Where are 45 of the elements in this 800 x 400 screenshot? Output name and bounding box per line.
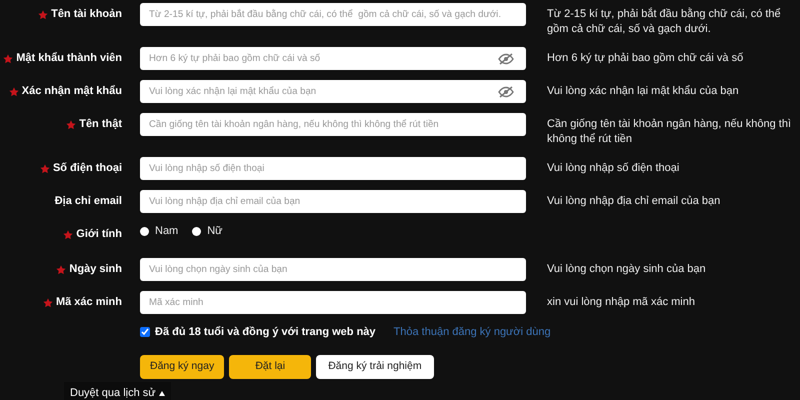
action-button[interactable]: Đăng ký ngay [140, 354, 224, 378]
input-field[interactable]: Vui lòng nhập số điện thoại [140, 157, 526, 180]
eye-slash-icon[interactable] [498, 86, 514, 98]
star-icon [63, 230, 74, 240]
caret-up-icon [158, 390, 165, 396]
input-field[interactable]: Mã xác minh [140, 291, 526, 314]
hint-text: Vui lòng xác nhận lại mật khẩu của bạn [547, 84, 740, 99]
gender-radio[interactable]: Nữ [192, 223, 223, 240]
field-label: Mã xác minh [56, 295, 122, 310]
star-icon [42, 298, 53, 308]
field-label: Tên tài khoản [51, 7, 122, 22]
star-icon [56, 264, 66, 274]
star-icon [66, 120, 76, 130]
field-label: Tên thật [79, 117, 122, 132]
hint-text: Cần giống tên tài khoản ngân hàng, nếu không thì không thể rút tiền [547, 117, 792, 147]
input-field[interactable]: Từ 2-15 kí tự, phải bắt đầu bằng chữ cái, có thể gồm cả chữ cái, số và gạch dưới. [140, 3, 526, 26]
hint-text: Hơn 6 ký tự phải bao gồm chữ cái và số [547, 51, 744, 66]
trial-button[interactable]: Đăng ký trải nghiệm [316, 354, 434, 378]
terms-link[interactable]: Thỏa thuận đăng ký người dùng [394, 324, 551, 340]
field-label: Ngày sinh [69, 262, 122, 278]
star-icon [3, 54, 14, 64]
hint-text: xin vui lòng nhập mã xác minh [547, 295, 696, 310]
gender-radio[interactable]: Nam [140, 223, 178, 240]
eye-slash-icon[interactable] [498, 53, 514, 65]
input-field[interactable]: Vui lòng chọn ngày sinh của bạn [140, 258, 526, 281]
action-button[interactable]: Đặt lại [229, 354, 312, 378]
field-label: Địa chỉ email [54, 194, 122, 210]
hint-text: Từ 2-15 kí tự, phải bắt đầu bằng chữ cái, có thể gồm cả chữ cái, số và gạch dưới. [547, 6, 782, 37]
agreement-text: Đã đủ 18 tuổi và đồng ý với trang web này [155, 325, 376, 340]
hint-text: Vui lòng nhập địa chỉ email của bạn [547, 194, 722, 209]
star-icon [8, 86, 19, 96]
field-label: Xác nhận mật khẩu [22, 84, 122, 100]
input-field[interactable]: Vui lòng xác nhận lại mật khẩu của bạn [140, 80, 526, 103]
hint-text: Vui lòng nhập số điện thoại [547, 161, 680, 176]
star-icon [38, 10, 48, 20]
input-field[interactable]: Vui lòng nhập địa chỉ email của bạn [140, 190, 526, 213]
input-field[interactable]: Cần giống tên tài khoản ngân hàng, nếu không thì không thể rút tiền [140, 113, 526, 136]
hint-text: Vui lòng chọn ngày sinh của bạn [547, 262, 707, 277]
field-label: Số điện thoại [52, 161, 122, 176]
star-icon [40, 164, 50, 174]
field-label: Mật khẩu thành viên [16, 51, 122, 66]
field-label: Giới tính [76, 227, 122, 242]
input-field[interactable]: Hơn 6 ký tự phải bao gồm chữ cái và số [140, 47, 526, 70]
agree-checkbox[interactable] [140, 327, 150, 338]
history-tab[interactable]: Duyệt qua lịch sử [64, 382, 171, 400]
